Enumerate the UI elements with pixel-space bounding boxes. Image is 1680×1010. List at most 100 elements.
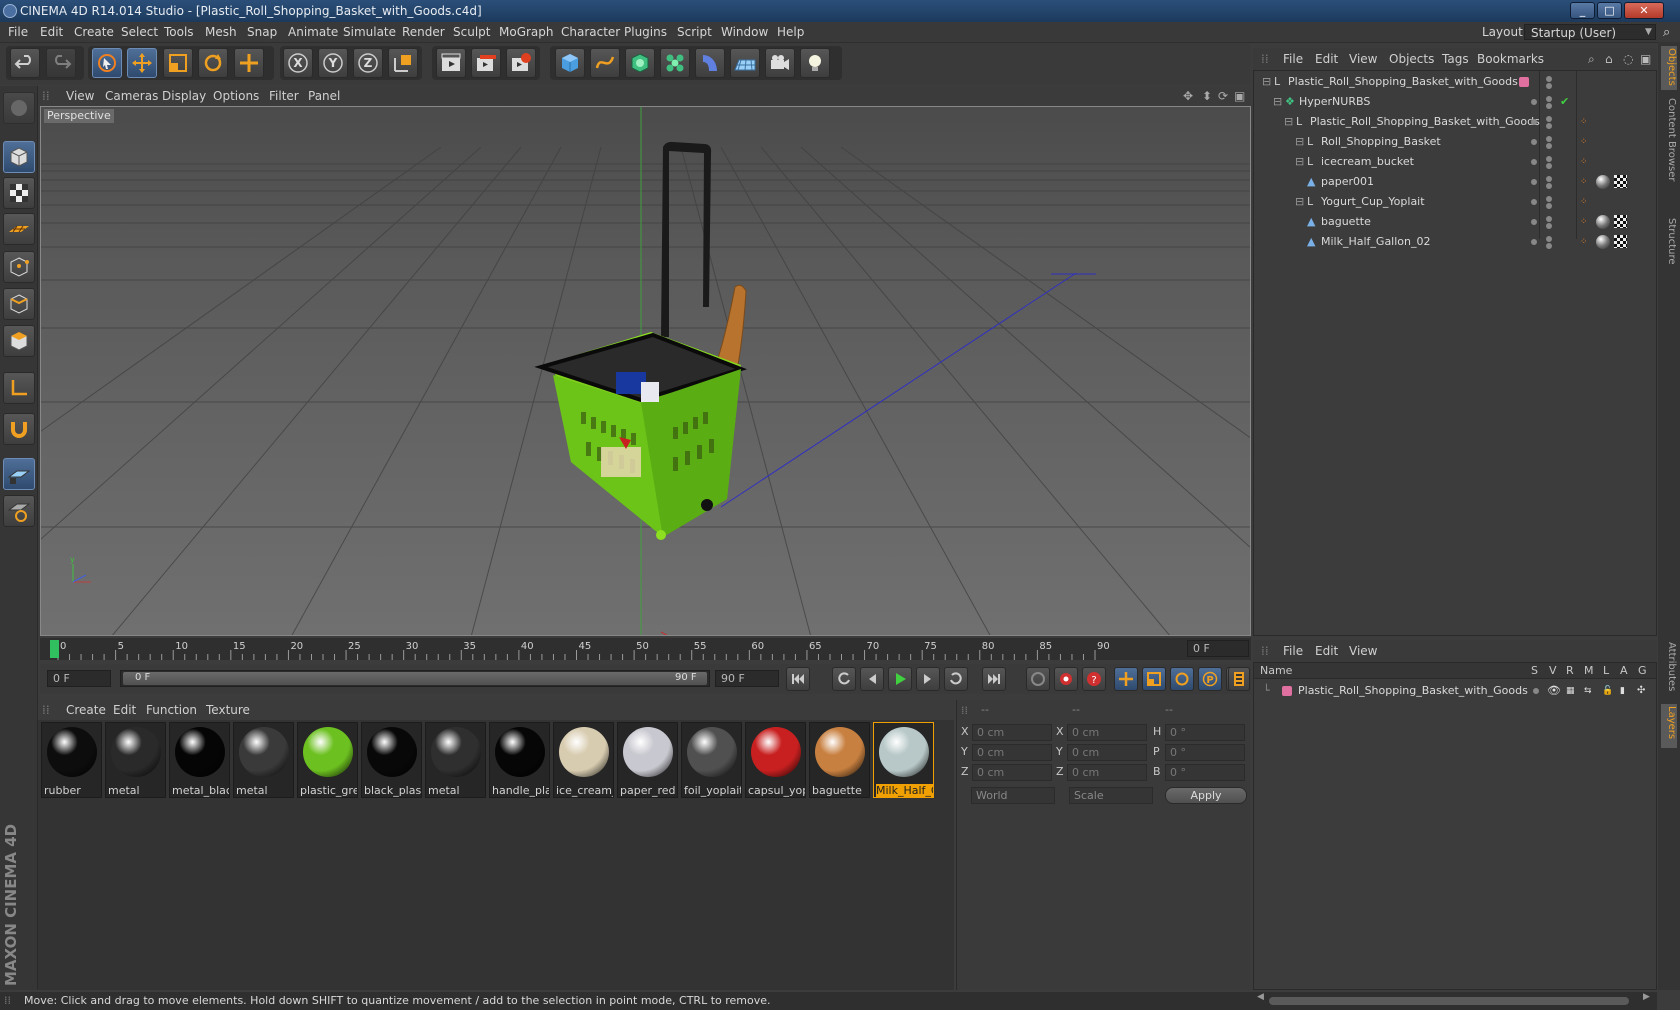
previous-keyframe-icon[interactable]	[832, 667, 856, 691]
texture-mode-icon[interactable]	[3, 177, 35, 209]
layer-col-locked[interactable]: L	[1603, 664, 1609, 677]
object-row[interactable]: ⊟ L Roll_Shopping_Basket ⁘	[1254, 132, 1656, 152]
material-swatch[interactable]: black_plastic	[361, 722, 422, 798]
expand-toggle-icon[interactable]: ⊟	[1295, 152, 1304, 172]
add-icon[interactable]	[234, 48, 264, 78]
material-swatch[interactable]: foil_yoplait	[681, 722, 742, 798]
layer-row[interactable]: └ Plastic_Roll_Shopping_Basket_with_Good…	[1254, 681, 1656, 701]
viewport-menu-view[interactable]: View	[66, 86, 94, 106]
viewport-menu-cameras[interactable]: Cameras	[105, 86, 158, 106]
layer-col-visible[interactable]: V	[1549, 664, 1557, 677]
menu-mograph[interactable]: MoGraph	[499, 22, 554, 43]
rot-b-field[interactable]: 0 °	[1165, 764, 1245, 781]
menu-simulate[interactable]: Simulate	[343, 22, 396, 43]
autokeying-icon[interactable]	[1054, 667, 1078, 691]
size-z-field[interactable]: 0 cm	[1067, 764, 1147, 781]
timeline-layout-icon[interactable]	[1228, 667, 1250, 691]
rot-h-field[interactable]: 0 °	[1165, 724, 1245, 741]
close-button[interactable]: ✕	[1624, 2, 1664, 19]
object-name[interactable]: baguette	[1321, 212, 1371, 232]
y-axis-icon[interactable]: Y	[318, 48, 348, 78]
z-axis-icon[interactable]: Z	[353, 48, 383, 78]
key-rotation-icon[interactable]	[1170, 667, 1194, 691]
object-row[interactable]: ⊟ L Plastic_Roll_Shopping_Basket_with_Good…	[1254, 112, 1656, 132]
phong-tag-icon[interactable]: ⁘	[1580, 172, 1588, 192]
menu-render[interactable]: Render	[402, 22, 445, 43]
object-row[interactable]: ▲ baguette ⁘	[1254, 212, 1656, 232]
layer-menu-view[interactable]: View	[1349, 641, 1377, 661]
scroll-left-icon[interactable]: ◀	[1257, 992, 1264, 1002]
material-menu-create[interactable]: Create	[66, 700, 106, 720]
previous-frame-icon[interactable]	[860, 667, 884, 691]
perspective-viewport[interactable]: y Perspective	[40, 106, 1251, 636]
object-name[interactable]: HyperNURBS	[1299, 92, 1370, 112]
cube-primitive-icon[interactable]	[555, 48, 585, 78]
go-to-end-icon[interactable]	[982, 667, 1006, 691]
tab-layers[interactable]: Layers	[1661, 704, 1677, 748]
editor-visibility-dot[interactable]	[1546, 176, 1552, 182]
object-name[interactable]: Yogurt_Cup_Yoplait	[1321, 192, 1425, 212]
material-swatch[interactable]: plastic_green	[297, 722, 358, 798]
editor-visibility-dot[interactable]	[1546, 136, 1552, 142]
layer-dot[interactable]	[1531, 139, 1537, 145]
pos-y-field[interactable]: 0 cm	[972, 744, 1052, 761]
layer-dot[interactable]	[1531, 159, 1537, 165]
layer-dot[interactable]	[1531, 239, 1537, 245]
camera-icon[interactable]	[765, 48, 795, 78]
layer-menu-file[interactable]: File	[1283, 641, 1303, 661]
key-position-icon[interactable]	[1114, 667, 1138, 691]
editor-visibility-dot[interactable]	[1546, 116, 1552, 122]
rot-p-field[interactable]: 0 °	[1165, 744, 1245, 761]
render-visibility-dot[interactable]	[1546, 243, 1552, 249]
play-icon[interactable]	[888, 667, 912, 691]
material-menu-function[interactable]: Function	[146, 700, 197, 720]
render-visibility-dot[interactable]	[1546, 123, 1552, 129]
end-frame-field[interactable]: 90 F	[715, 670, 779, 687]
material-swatch[interactable]: baguette	[809, 722, 870, 798]
deformer-icon[interactable]	[695, 48, 725, 78]
layer-dot[interactable]	[1531, 119, 1537, 125]
phong-tag-icon[interactable]: ⁘	[1580, 232, 1588, 252]
tab-structure[interactable]: Structure	[1661, 218, 1677, 278]
locked-workplane-icon[interactable]	[3, 495, 35, 527]
render-visibility-dot[interactable]	[1546, 83, 1552, 89]
manager-icon[interactable]: ⇆	[1584, 681, 1592, 701]
lock-icon[interactable]: 🔓	[1602, 681, 1613, 701]
maximize-button[interactable]: □	[1597, 2, 1622, 19]
material-swatch[interactable]: rubber	[41, 722, 102, 798]
render-view-icon[interactable]	[436, 48, 466, 78]
object-row[interactable]: ▲ paper001 ⁘	[1254, 172, 1656, 192]
material-tag-icon[interactable]	[1596, 235, 1610, 249]
render-visibility-dot[interactable]	[1546, 223, 1552, 229]
workplane-icon[interactable]	[3, 213, 35, 245]
menu-mesh[interactable]: Mesh	[205, 22, 237, 43]
editor-visibility-dot[interactable]	[1546, 236, 1552, 242]
layer-col-manager[interactable]: M	[1584, 664, 1594, 677]
layer-col-animation[interactable]: A	[1620, 664, 1628, 677]
uvw-tag-icon[interactable]	[1614, 175, 1627, 188]
redo-icon[interactable]	[46, 48, 76, 78]
points-mode-icon[interactable]	[3, 251, 35, 283]
editor-visibility-dot[interactable]	[1546, 216, 1552, 222]
tab-content-browser[interactable]: Content Browser	[1661, 98, 1677, 208]
floor-icon[interactable]	[730, 48, 760, 78]
object-row[interactable]: ▲ Milk_Half_Gallon_02 ⁘	[1254, 232, 1656, 252]
record-keys-icon[interactable]	[1026, 667, 1050, 691]
move-icon[interactable]	[127, 48, 157, 78]
layout-dropdown[interactable]: Startup (User)	[1524, 24, 1656, 40]
viewport-zoom-icon[interactable]: ⬍	[1202, 86, 1212, 106]
phong-tag-icon[interactable]: ⁘	[1580, 132, 1588, 152]
home-icon[interactable]: ⌂	[1605, 49, 1613, 69]
material-swatch[interactable]: handle_plastic	[489, 722, 550, 798]
viewport-rotate-icon[interactable]: ⟳	[1218, 86, 1228, 106]
viewport-layout-icon[interactable]: ▣	[1234, 86, 1245, 106]
new-window-icon[interactable]: ▣	[1640, 49, 1651, 69]
playhead-marker[interactable]	[50, 640, 59, 658]
viewport-pan-icon[interactable]: ✥	[1183, 86, 1193, 106]
pos-z-field[interactable]: 0 cm	[972, 764, 1052, 781]
undo-icon[interactable]	[10, 48, 40, 78]
minimize-button[interactable]: _	[1570, 2, 1595, 19]
editor-visibility-dot[interactable]	[1546, 96, 1552, 102]
filter-icon[interactable]: ◌	[1623, 49, 1633, 69]
scrollbar-thumb[interactable]	[1269, 997, 1629, 1005]
